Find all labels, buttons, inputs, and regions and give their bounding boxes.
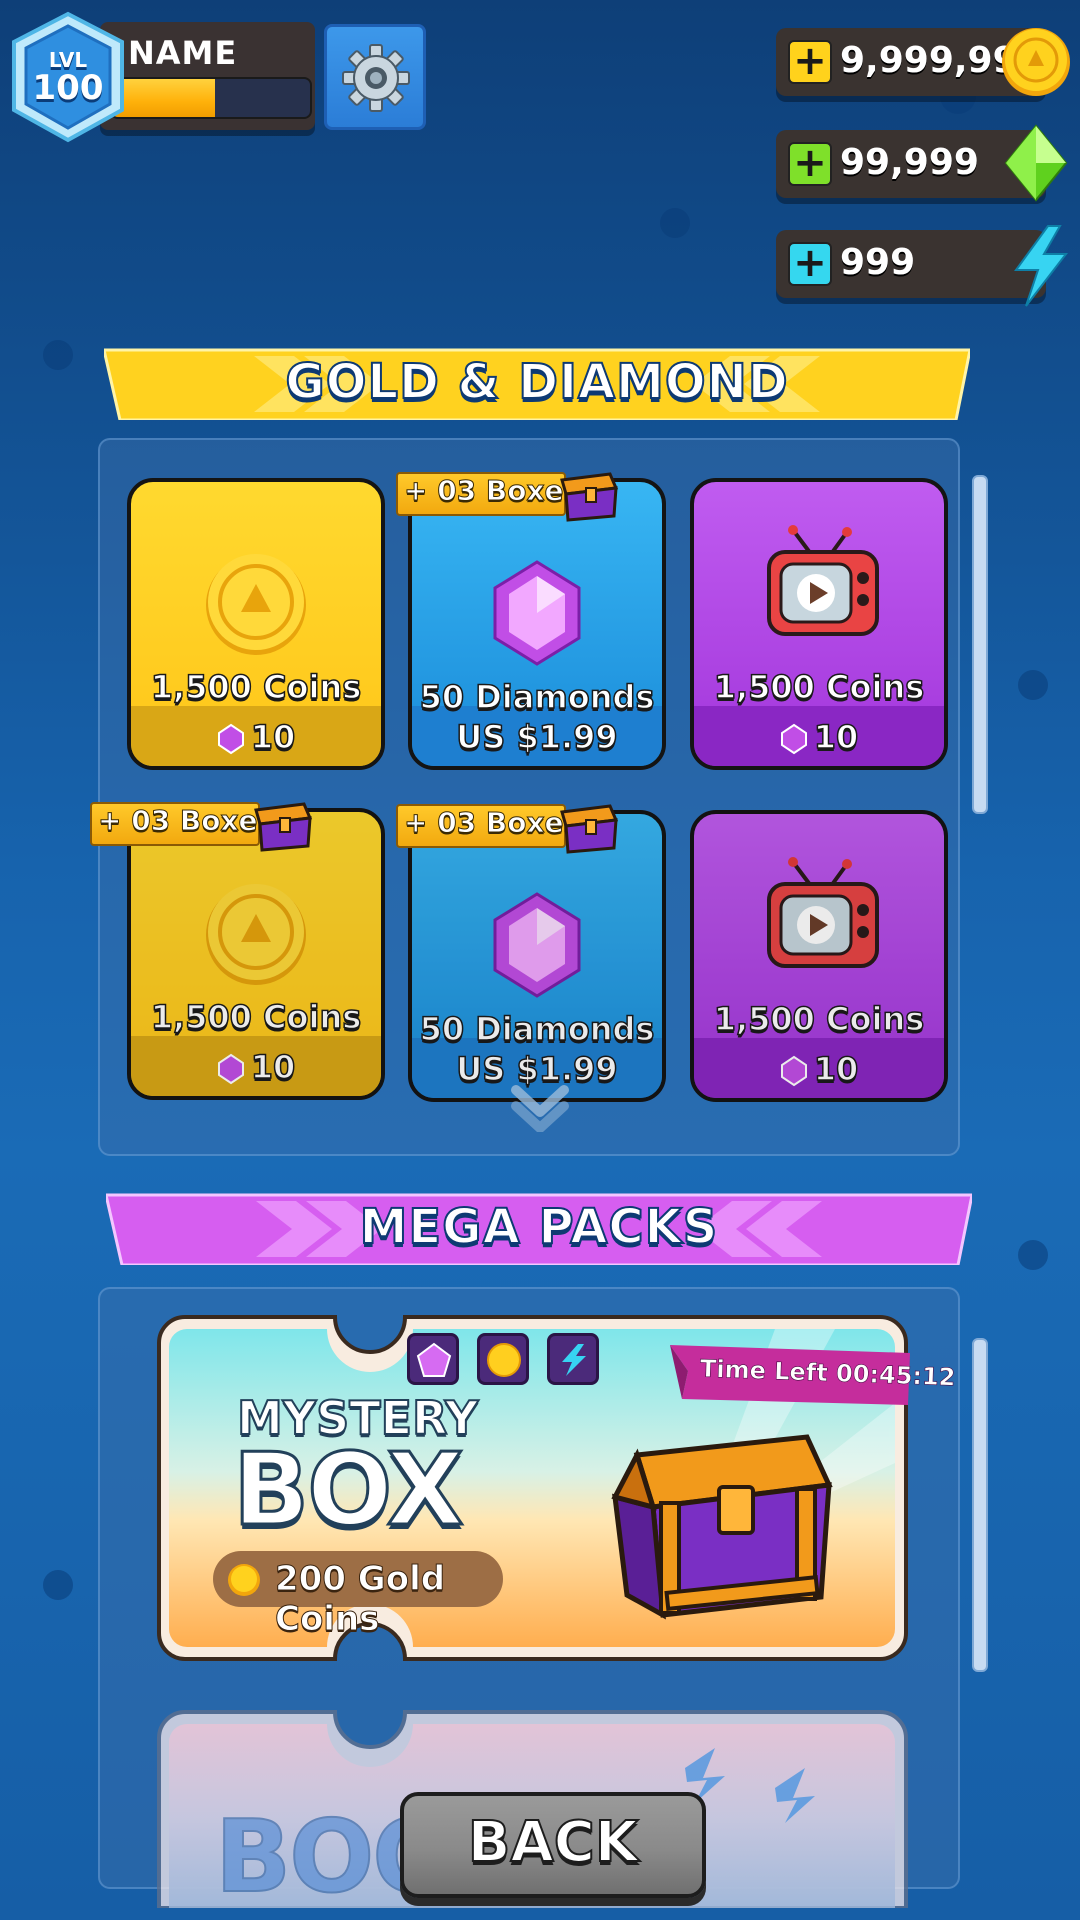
- offer-card[interactable]: 50 Diamonds US $1.99: [408, 810, 666, 1102]
- add-diamonds-button[interactable]: +: [788, 142, 832, 186]
- treasure-chest-icon: [611, 1434, 833, 1620]
- background-bubble: [660, 208, 690, 238]
- offer-card[interactable]: 1,500 Coins 10: [690, 810, 948, 1102]
- level-badge: LVL 100: [8, 10, 128, 145]
- mystery-title-line2: BOX: [232, 1430, 466, 1550]
- background-bubble: [43, 1570, 73, 1600]
- bonus-text: + 03 Boxes: [97, 804, 275, 838]
- reward-text: 200 Gold Coins: [275, 1559, 446, 1640]
- diamond-reward-icon: [407, 1333, 459, 1385]
- gold-coin-icon: [1002, 28, 1070, 96]
- offer-label: 1,500 Coins: [150, 667, 362, 707]
- player-name-panel[interactable]: NAME: [100, 22, 315, 130]
- diamonds-counter[interactable]: + 99,999: [776, 124, 1068, 202]
- add-energy-button[interactable]: +: [788, 242, 832, 286]
- treasure-chest-icon: [560, 472, 618, 522]
- energy-counter[interactable]: + 999: [776, 225, 1069, 307]
- offer-price: 10: [131, 1047, 381, 1087]
- offer-price: US $1.99: [412, 717, 662, 757]
- purple-gem-icon: [217, 1053, 244, 1085]
- bonus-boxes-tag: + 03 Boxes: [90, 796, 312, 852]
- purple-gem-icon: [217, 723, 244, 755]
- tv-video-icon: [763, 856, 883, 980]
- purple-gem-icon: [489, 890, 585, 1004]
- offer-label: 1,500 Coins: [713, 999, 925, 1039]
- offer-price: 10: [694, 717, 944, 757]
- bonus-boxes-tag: + 03 Boxes: [396, 466, 618, 522]
- back-button-label: BACK: [467, 1809, 640, 1876]
- offer-card[interactable]: 1,500 Coins 10: [690, 478, 948, 770]
- offer-card[interactable]: 50 Diamonds US $1.99: [408, 478, 666, 770]
- background-bubble: [43, 340, 73, 370]
- offer-label: 1,500 Coins: [150, 997, 362, 1037]
- bonus-text: + 03 Boxes: [403, 474, 581, 508]
- energy-reward-icon: [547, 1333, 599, 1385]
- gold-diamond-title: GOLD & DIAMOND: [284, 353, 789, 411]
- purple-gem-icon: [780, 1055, 807, 1087]
- mystery-box-pack[interactable]: Time Left 00:45:12 MYSTERY BOX 200 Gold …: [155, 1313, 956, 1673]
- background-bubble: [1018, 1240, 1048, 1270]
- mega-packs-scrollbar[interactable]: [972, 1338, 988, 1672]
- reward-pill: 200 Gold Coins: [213, 1551, 503, 1640]
- offer-label: 1,500 Coins: [713, 667, 925, 707]
- offer-price-text: 10: [250, 717, 296, 757]
- treasure-chest-icon: [560, 804, 618, 854]
- offer-price: 10: [131, 717, 381, 757]
- gold-diamond-ribbon: GOLD & DIAMOND: [104, 348, 970, 420]
- tv-video-icon: [763, 524, 883, 648]
- chevron-down-icon[interactable]: [510, 1082, 570, 1132]
- bonus-boxes-tag: + 03 Boxes: [396, 798, 618, 854]
- level-value: 100: [32, 68, 104, 108]
- purple-gem-icon: [489, 558, 585, 672]
- gold-coin-icon: [228, 1564, 260, 1596]
- offer-label: 50 Diamonds: [419, 677, 655, 717]
- coins-counter[interactable]: + 9,999,999: [776, 28, 1070, 96]
- settings-button[interactable]: [324, 24, 426, 130]
- background-bubble: [1018, 670, 1048, 700]
- offer-card[interactable]: 1,500 Coins 10: [127, 478, 385, 770]
- energy-amount: 999: [840, 242, 916, 283]
- back-button[interactable]: BACK: [400, 1792, 706, 1898]
- mega-packs-title: MEGA PACKS: [359, 1198, 719, 1256]
- green-diamond-icon: [1004, 124, 1068, 202]
- gear-icon: [342, 44, 410, 112]
- coin-reward-icon: [477, 1333, 529, 1385]
- offer-price-text: US $1.99: [456, 717, 619, 757]
- add-coins-button[interactable]: +: [788, 40, 832, 84]
- player-name: NAME: [128, 34, 238, 72]
- offer-label: 50 Diamonds: [419, 1009, 655, 1049]
- offer-price: 10: [694, 1049, 944, 1089]
- lightning-bolt-icon: [1014, 225, 1069, 307]
- purple-gem-icon: [780, 723, 807, 755]
- mega-packs-ribbon: MEGA PACKS: [106, 1193, 972, 1265]
- gold-coin-icon: [201, 548, 311, 662]
- treasure-chest-icon: [254, 802, 312, 852]
- gold-coin-icon: [201, 878, 311, 992]
- offer-price-text: 10: [813, 717, 859, 757]
- diamonds-amount: 99,999: [840, 142, 979, 183]
- time-left-tag: Time Left 00:45:12: [670, 1341, 956, 1405]
- offer-price-text: 10: [813, 1049, 859, 1089]
- gold-diamond-scrollbar[interactable]: [972, 475, 988, 814]
- xp-bar: [110, 77, 312, 119]
- offer-price-text: 10: [250, 1047, 296, 1087]
- bonus-text: + 03 Boxes: [403, 806, 581, 840]
